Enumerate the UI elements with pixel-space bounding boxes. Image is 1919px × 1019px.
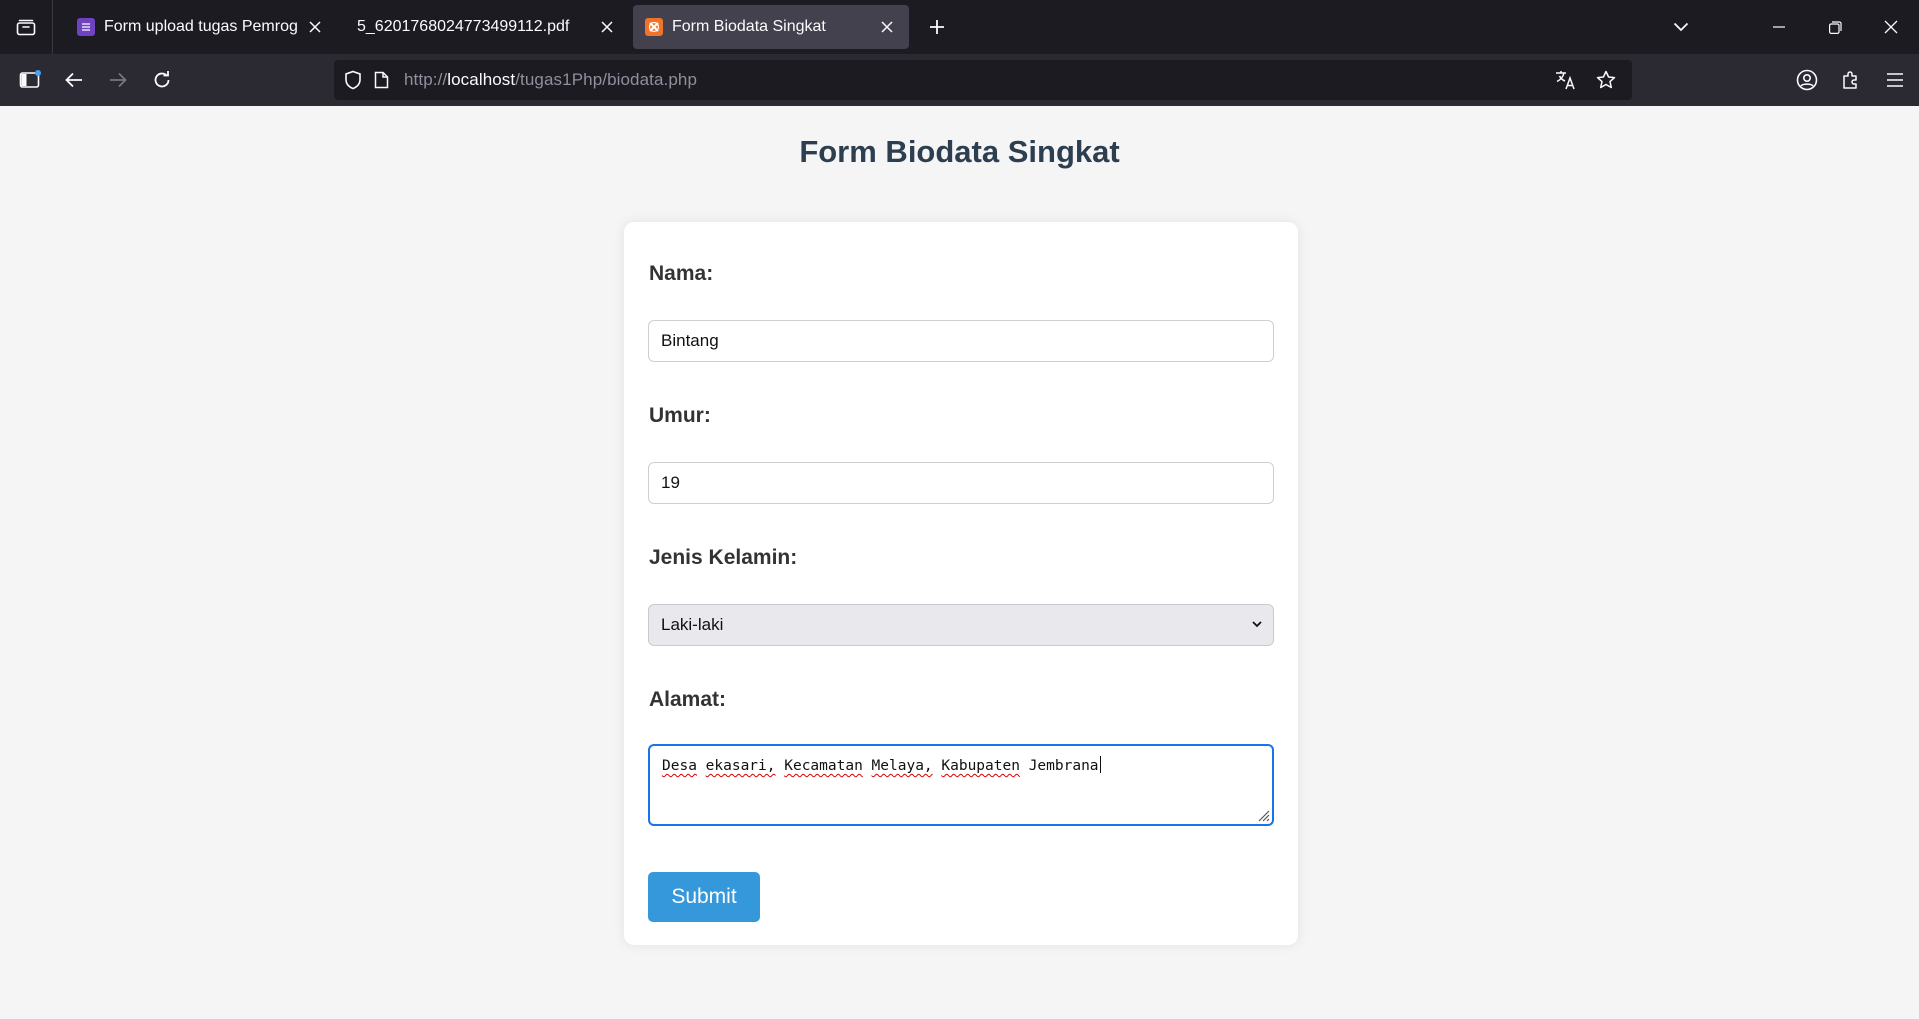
close-window-button[interactable] bbox=[1863, 0, 1919, 54]
biodata-form: Nama: Bintang Umur: 19 Jenis Kelamin: La… bbox=[624, 222, 1298, 945]
umur-input[interactable]: 19 bbox=[648, 462, 1274, 504]
minimize-icon bbox=[1773, 26, 1785, 28]
tab-form-biodata[interactable]: Form Biodata Singkat bbox=[633, 5, 909, 49]
list-all-tabs-button[interactable] bbox=[1657, 0, 1705, 54]
hamburger-menu-icon bbox=[1887, 73, 1903, 87]
restore-icon bbox=[1828, 20, 1842, 34]
text-caret bbox=[1099, 756, 1101, 773]
nama-label: Nama: bbox=[649, 262, 714, 285]
account-button[interactable] bbox=[1785, 58, 1829, 102]
alamat-word: ekasari, bbox=[705, 758, 776, 774]
jenis-kelamin-label: Jenis Kelamin: bbox=[649, 546, 798, 569]
jenis-kelamin-select[interactable]: Laki-laki bbox=[648, 604, 1274, 646]
bookmark-star-button[interactable] bbox=[1588, 62, 1624, 98]
url-bar[interactable]: http://localhost/tugas1Php/biodata.php bbox=[334, 60, 1632, 100]
translate-button[interactable] bbox=[1548, 62, 1584, 98]
back-button[interactable] bbox=[52, 58, 96, 102]
url-bar-actions bbox=[1548, 60, 1624, 100]
account-icon bbox=[1796, 69, 1818, 91]
tab-form-upload[interactable]: Form upload tugas Pemrograman bbox=[65, 5, 337, 49]
close-icon[interactable] bbox=[877, 17, 897, 37]
close-icon[interactable] bbox=[305, 17, 325, 37]
resize-grip-icon[interactable] bbox=[1256, 808, 1270, 822]
arrow-left-icon bbox=[65, 72, 82, 88]
toolbar-right bbox=[1785, 54, 1919, 106]
chevron-down-icon bbox=[1673, 22, 1689, 32]
sidebar-icon bbox=[19, 70, 41, 88]
url-scheme: http:// bbox=[404, 70, 448, 89]
umur-input-value: 19 bbox=[661, 473, 680, 492]
alamat-textarea[interactable]: Desa ekasari, Kecamatan Melaya, Kabupate… bbox=[648, 744, 1274, 826]
firefox-view-icon bbox=[16, 19, 36, 36]
sidebar-button[interactable] bbox=[8, 58, 52, 102]
forms-icon bbox=[77, 18, 95, 36]
page-content: Form Biodata Singkat Nama: Bintang Umur:… bbox=[0, 106, 1919, 1019]
shield-icon[interactable] bbox=[344, 70, 364, 90]
app-menu-button[interactable] bbox=[1873, 58, 1917, 102]
close-icon[interactable] bbox=[597, 17, 617, 37]
navigation-toolbar: http://localhost/tugas1Php/biodata.php bbox=[0, 54, 1919, 106]
forward-button[interactable] bbox=[96, 58, 140, 102]
tab-bar: Form upload tugas Pemrograman 5_62017680… bbox=[0, 0, 1919, 54]
umur-label: Umur: bbox=[649, 404, 711, 427]
tab-pdf[interactable]: 5_6201768024773499112.pdf bbox=[343, 5, 629, 49]
alamat-label: Alamat: bbox=[649, 688, 727, 711]
url-host: localhost bbox=[447, 70, 516, 89]
xampp-icon bbox=[645, 18, 663, 36]
page-title: Form Biodata Singkat bbox=[799, 134, 1120, 169]
submit-button[interactable]: Submit bbox=[648, 872, 760, 922]
alamat-word: Desa bbox=[662, 758, 697, 774]
arrow-right-icon bbox=[110, 72, 127, 88]
translate-icon bbox=[1556, 71, 1575, 90]
nama-input[interactable]: Bintang bbox=[648, 320, 1274, 362]
tab-title: 5_6201768024773499112.pdf bbox=[357, 18, 570, 35]
tab-title: Form Biodata Singkat bbox=[672, 18, 826, 35]
restore-button[interactable] bbox=[1807, 0, 1863, 54]
tab-title: Form upload tugas Pemrograman bbox=[104, 18, 297, 35]
alamat-word: Melaya, bbox=[871, 758, 933, 774]
nama-input-value: Bintang bbox=[661, 331, 719, 350]
url-text[interactable]: http://localhost/tugas1Php/biodata.php bbox=[404, 70, 697, 90]
chevron-down-icon bbox=[1252, 621, 1262, 628]
minimize-button[interactable] bbox=[1751, 0, 1807, 54]
url-path: /tugas1Php/biodata.php bbox=[515, 70, 698, 89]
plus-icon bbox=[930, 20, 944, 34]
extensions-button[interactable] bbox=[1829, 58, 1873, 102]
close-icon bbox=[1884, 20, 1898, 34]
alamat-word: Jembrana bbox=[1028, 758, 1099, 774]
firefox-view-button[interactable] bbox=[0, 0, 53, 54]
star-icon bbox=[1596, 70, 1616, 89]
window-controls bbox=[1751, 0, 1919, 54]
page-icon[interactable] bbox=[374, 71, 392, 89]
puzzle-icon bbox=[1843, 71, 1857, 89]
alamat-word: Kabupaten bbox=[941, 758, 1020, 774]
jenis-kelamin-selected: Laki-laki bbox=[661, 615, 724, 634]
new-tab-button[interactable] bbox=[915, 5, 959, 49]
reload-button[interactable] bbox=[140, 58, 184, 102]
reload-icon bbox=[154, 71, 170, 88]
alamat-word: Kecamatan bbox=[784, 758, 863, 774]
